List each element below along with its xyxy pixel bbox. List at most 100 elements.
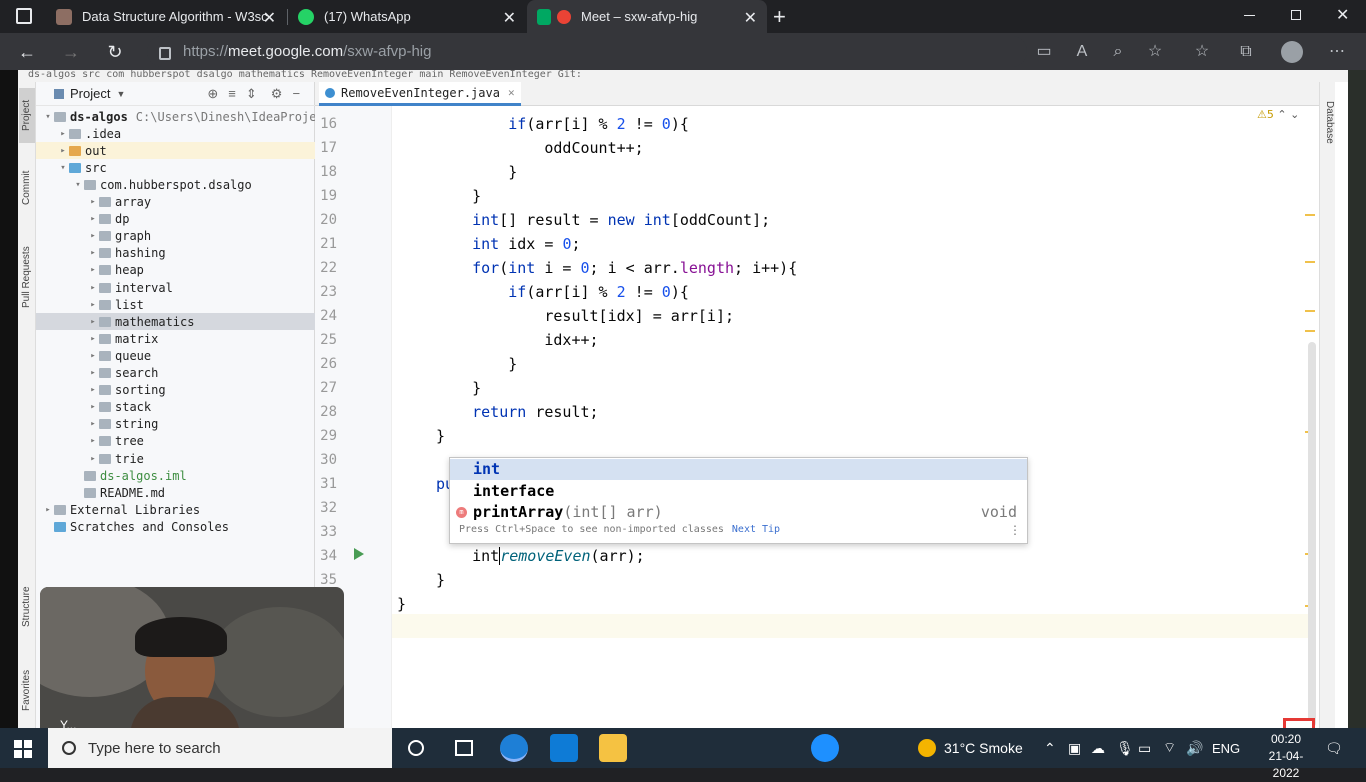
code-line[interactable]: } [436, 160, 517, 184]
new-tab-icon[interactable]: + [773, 4, 786, 30]
refresh-icon[interactable]: ↻ [104, 41, 126, 63]
browser-tab-meet[interactable]: Meet – sxw-afvp-hig ✕ [527, 0, 767, 33]
more-icon[interactable]: ⋯ [1327, 42, 1347, 62]
tree-item[interactable]: ▸ string [36, 416, 315, 433]
tool-tab-project[interactable]: Project [19, 88, 35, 143]
tree-item[interactable]: ▾ ds-algos C:\Users\Dinesh\IdeaProjec [36, 108, 323, 125]
next-tip-link[interactable]: Next Tip [732, 524, 780, 535]
code-line[interactable]: } [436, 352, 517, 376]
meet-tray-icon[interactable]: ▣ [1068, 728, 1081, 768]
chevron-right-icon[interactable]: ▸ [87, 283, 99, 293]
notifications-icon[interactable]: 🗨 [1325, 728, 1343, 768]
chevron-right-icon[interactable]: ▸ [87, 368, 99, 378]
collections-icon[interactable]: ⧉ [1236, 42, 1256, 62]
code-line[interactable]: } [436, 424, 445, 448]
store-app-icon[interactable] [550, 734, 578, 762]
tree-item[interactable]: ds-algos.iml [36, 467, 315, 484]
microphone-icon[interactable]: 🎙 [1116, 728, 1134, 768]
task-view-icon[interactable] [455, 740, 473, 756]
expand-all-icon[interactable]: ≡ [228, 86, 236, 101]
code-line[interactable]: idx++; [436, 328, 598, 352]
forward-icon[interactable]: → [60, 41, 82, 63]
chevron-right-icon[interactable]: ▸ [57, 129, 69, 139]
tool-tab-structure[interactable]: Structure [19, 577, 35, 637]
taskbar-search-input[interactable]: Type here to search [48, 728, 392, 768]
close-icon[interactable]: ✕ [508, 86, 515, 99]
tree-item[interactable]: ▸ stack [36, 399, 315, 416]
close-window-icon[interactable]: ✕ [1336, 5, 1349, 25]
minimize-icon[interactable] [1244, 15, 1255, 16]
edge-app-icon[interactable] [500, 734, 528, 762]
code-line[interactable]: result[idx] = arr[i]; [436, 304, 734, 328]
display-icon[interactable]: ▭ [1138, 728, 1151, 768]
tree-item[interactable]: README.md [36, 484, 315, 501]
gear-icon[interactable]: ⚙ [271, 86, 283, 102]
code-line[interactable]: int[] result = new int[oddCount]; [436, 208, 770, 232]
chevron-right-icon[interactable]: ▸ [87, 317, 99, 327]
tree-item[interactable]: ▸ .idea [36, 125, 315, 142]
close-tab-icon[interactable]: ✕ [744, 8, 757, 28]
zoom-icon[interactable]: ⌕ [1108, 42, 1128, 62]
warnings-badge[interactable]: ⚠5 ⌃ ⌄ [1257, 108, 1299, 121]
volume-icon[interactable]: 🔊 [1186, 728, 1203, 768]
chevron-right-icon[interactable]: ▸ [87, 214, 99, 224]
chevron-right-icon[interactable]: ▸ [42, 505, 54, 515]
chevron-right-icon[interactable]: ▸ [87, 300, 99, 310]
chevron-right-icon[interactable]: ▸ [87, 351, 99, 361]
hide-icon[interactable]: − [292, 86, 300, 101]
windows-start-icon[interactable] [14, 740, 32, 758]
completion-item[interactable]: m printArray(int[] arr) void [450, 502, 1027, 523]
project-header-label[interactable]: Project [70, 86, 110, 101]
tool-tab-commit[interactable]: Commit [19, 164, 35, 212]
code-line[interactable]: for(int i = 0; i < arr.length; i++){ [436, 256, 797, 280]
chevron-down-icon[interactable]: ▾ [42, 112, 54, 122]
tree-item[interactable]: ▸ out [36, 142, 315, 160]
language-indicator[interactable]: ENG [1212, 728, 1240, 768]
tree-item[interactable]: ▸ graph [36, 228, 315, 245]
tree-item[interactable]: ▸ mathematics [36, 313, 315, 331]
tray-chevron-icon[interactable]: ⌃ [1044, 728, 1056, 768]
chevron-right-icon[interactable]: ▸ [87, 402, 99, 412]
error-stripe-mark[interactable] [1305, 261, 1315, 263]
tree-item[interactable]: ▸ interval [36, 279, 315, 296]
code-line[interactable]: } [397, 592, 406, 616]
completion-item[interactable]: interface [450, 481, 1027, 502]
tree-item[interactable]: ▾ src [36, 159, 315, 176]
favorites-icon[interactable]: ☆ [1192, 42, 1212, 62]
code-line[interactable]: } [436, 568, 445, 592]
tool-tab-favorites[interactable]: Favorites [19, 660, 35, 720]
close-tab-icon[interactable]: ✕ [263, 8, 276, 28]
cloud-icon[interactable]: ☁ [1091, 728, 1105, 768]
code-line[interactable]: if(arr[i] % 2 != 0){ [436, 280, 689, 304]
taskbar-clock[interactable]: 00:20 21-04-2022 [1256, 731, 1316, 782]
chevron-down-icon[interactable]: ▾ [72, 180, 84, 190]
tree-item[interactable]: ▸ dp [36, 211, 315, 228]
profile-avatar[interactable] [1281, 41, 1303, 63]
tree-item[interactable]: Scratches and Consoles [36, 518, 315, 535]
browser-tab-w3schools[interactable]: Data Structure Algorithm - W3sc ✕ [46, 0, 286, 33]
collapse-all-icon[interactable]: ⇕ [246, 86, 257, 102]
chevron-right-icon[interactable]: ▸ [87, 419, 99, 429]
code-line[interactable]: return result; [436, 400, 598, 424]
chevron-down-icon[interactable]: ▾ [57, 163, 69, 173]
tree-item[interactable]: ▸ matrix [36, 330, 315, 347]
tree-item[interactable]: ▸ External Libraries [36, 501, 315, 518]
completion-item[interactable]: int [450, 459, 1027, 480]
tree-item[interactable]: ▸ queue [36, 347, 315, 364]
code-line[interactable]: int idx = 0; [436, 232, 580, 256]
chevron-right-icon[interactable]: ▸ [87, 334, 99, 344]
chevron-down-icon[interactable]: ▼ [116, 89, 125, 99]
wifi-icon[interactable]: ⌔ [1163, 728, 1176, 768]
error-stripe-mark[interactable] [1305, 330, 1315, 332]
code-line[interactable]: oddCount++; [436, 136, 643, 160]
run-gutter-icon[interactable] [354, 548, 364, 560]
tree-item[interactable]: ▸ hashing [36, 245, 315, 262]
camera-icon[interactable]: ▭ [1034, 42, 1054, 62]
tree-item[interactable]: ▸ sorting [36, 382, 315, 399]
tool-tab-pull-requests[interactable]: Pull Requests [19, 232, 35, 322]
tree-item[interactable]: ▸ array [36, 194, 315, 211]
tree-item[interactable]: ▸ list [36, 296, 315, 313]
error-stripe-mark[interactable] [1305, 310, 1315, 312]
chevron-right-icon[interactable]: ▸ [87, 454, 99, 464]
chevron-up-icon[interactable]: ⌃ [1277, 108, 1286, 121]
